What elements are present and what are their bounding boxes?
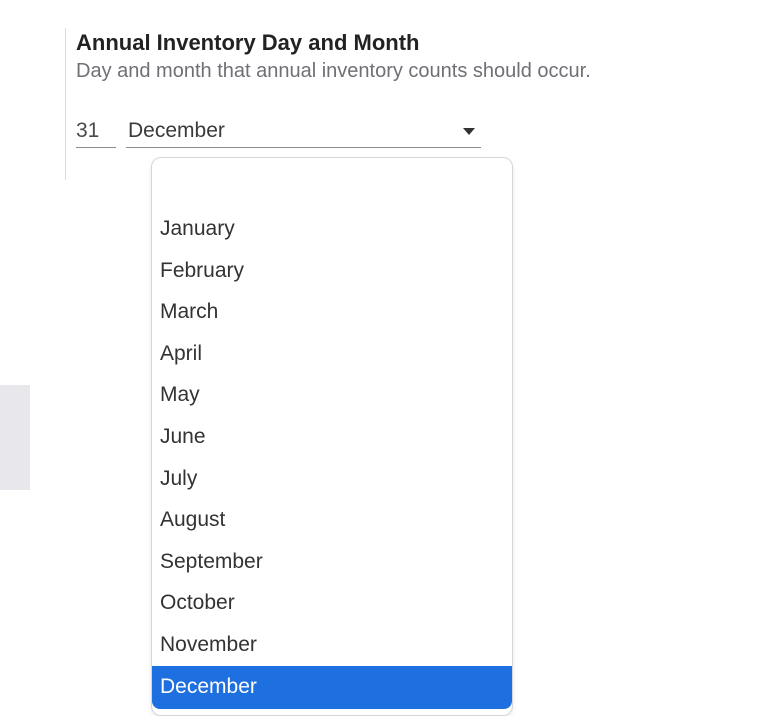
month-option[interactable]: May — [152, 374, 512, 416]
date-controls: December JanuaryFebruaryMarchAprilMayJun… — [76, 119, 591, 148]
month-option[interactable]: September — [152, 541, 512, 583]
month-select[interactable]: December — [126, 119, 481, 148]
chevron-down-icon — [463, 128, 475, 135]
month-option[interactable]: December — [152, 666, 512, 710]
month-option[interactable]: July — [152, 458, 512, 500]
month-option[interactable]: April — [152, 333, 512, 375]
month-select-wrapper: December JanuaryFebruaryMarchAprilMayJun… — [126, 119, 481, 148]
vertical-divider — [65, 28, 66, 180]
month-dropdown[interactable]: JanuaryFebruaryMarchAprilMayJuneJulyAugu… — [151, 157, 513, 716]
month-option[interactable]: August — [152, 499, 512, 541]
month-option[interactable]: January — [152, 208, 512, 250]
section-description: Day and month that annual inventory coun… — [76, 60, 591, 83]
month-selected-value: December — [128, 119, 225, 143]
month-option[interactable]: June — [152, 416, 512, 458]
settings-section: Annual Inventory Day and Month Day and m… — [70, 30, 591, 148]
month-option[interactable]: October — [152, 582, 512, 624]
month-option[interactable]: March — [152, 291, 512, 333]
day-input[interactable] — [76, 119, 116, 148]
month-option[interactable]: February — [152, 250, 512, 292]
month-option[interactable]: November — [152, 624, 512, 666]
section-title: Annual Inventory Day and Month — [76, 30, 591, 56]
